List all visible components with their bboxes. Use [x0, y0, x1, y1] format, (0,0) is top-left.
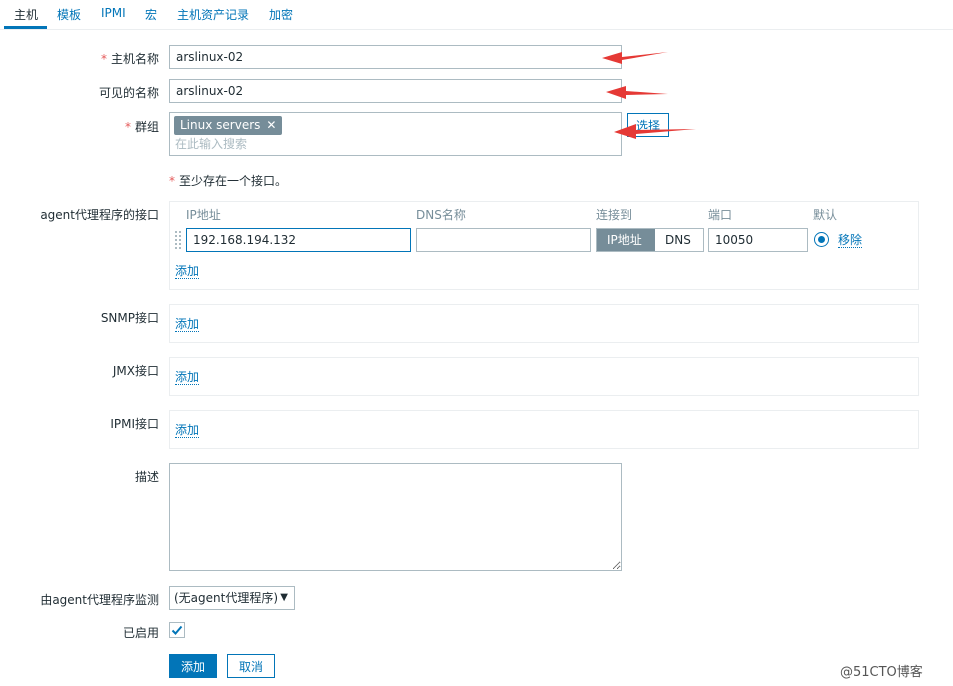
enabled-checkbox[interactable]: [169, 622, 185, 638]
group-chip: Linux servers ✕: [174, 116, 283, 135]
add-host-button[interactable]: 添加: [169, 654, 217, 678]
proxy-label: 由agent代理程序监测: [40, 593, 159, 607]
jmx-interface-label: JMX接口: [112, 364, 159, 378]
annotation-arrow-icon: [602, 52, 668, 64]
agent-dns-input[interactable]: [416, 228, 591, 252]
col-connect-header: 连接到: [596, 208, 633, 222]
check-icon: [171, 625, 183, 635]
agent-ip-input[interactable]: [186, 228, 411, 252]
col-dns-header: DNS名称: [416, 208, 466, 222]
watermark: @51CTO博客: [840, 665, 923, 680]
close-icon[interactable]: ✕: [266, 118, 276, 132]
ipmi-interface-label: IPMI接口: [110, 417, 159, 431]
default-interface-radio[interactable]: [814, 232, 829, 247]
col-port-header: 端口: [708, 208, 733, 222]
remove-interface-link[interactable]: 移除: [838, 233, 863, 248]
connect-dns-option[interactable]: DNS: [655, 229, 703, 251]
visible-name-input[interactable]: [169, 79, 622, 103]
tab-host[interactable]: 主机: [14, 6, 38, 23]
enabled-label: 已启用: [122, 626, 159, 640]
cancel-button[interactable]: 取消: [227, 654, 275, 678]
add-ipmi-interface-link[interactable]: 添加: [175, 423, 200, 438]
tab-templates[interactable]: 模板: [57, 6, 81, 23]
annotation-arrow-icon: [606, 86, 668, 99]
host-name-label: * 主机名称: [100, 52, 159, 66]
group-search-input[interactable]: [175, 137, 575, 151]
jmx-interface-panel: [169, 357, 919, 396]
tab-encryption[interactable]: 加密: [269, 6, 293, 23]
connect-to-toggle: IP地址 DNS: [596, 228, 704, 252]
description-textarea[interactable]: [169, 463, 622, 571]
add-agent-interface-link[interactable]: 添加: [175, 264, 200, 279]
agent-port-input[interactable]: [708, 228, 808, 252]
groups-label: * 群组: [124, 120, 159, 134]
active-tab-indicator: [4, 26, 47, 29]
drag-handle-icon[interactable]: [175, 231, 181, 249]
groups-multiselect[interactable]: Linux servers ✕: [169, 112, 622, 156]
caret-down-icon: ▼: [280, 592, 288, 603]
add-snmp-interface-link[interactable]: 添加: [175, 317, 200, 332]
col-default-header: 默认: [813, 208, 838, 222]
tab-inventory[interactable]: 主机资产记录: [177, 6, 249, 23]
proxy-select[interactable]: (无agent代理程序) ▼: [169, 586, 295, 610]
description-label: 描述: [134, 470, 159, 484]
ipmi-interface-panel: [169, 410, 919, 449]
visible-name-label: 可见的名称: [98, 86, 159, 100]
tab-bar: 主机 模板 IPMI 宏 主机资产记录 加密: [0, 0, 953, 30]
annotation-arrow-icon: [614, 124, 696, 139]
snmp-interface-panel: [169, 304, 919, 343]
host-name-input[interactable]: [169, 45, 622, 69]
connect-ip-option[interactable]: IP地址: [597, 229, 655, 251]
tab-ipmi[interactable]: IPMI: [101, 6, 126, 20]
col-ip-header: IP地址: [186, 208, 221, 222]
add-jmx-interface-link[interactable]: 添加: [175, 370, 200, 385]
agent-interface-label: agent代理程序的接口: [40, 208, 159, 222]
tab-macros[interactable]: 宏: [145, 6, 157, 23]
interface-notice: * 至少存在一个接口。: [169, 174, 288, 188]
snmp-interface-label: SNMP接口: [100, 311, 159, 325]
